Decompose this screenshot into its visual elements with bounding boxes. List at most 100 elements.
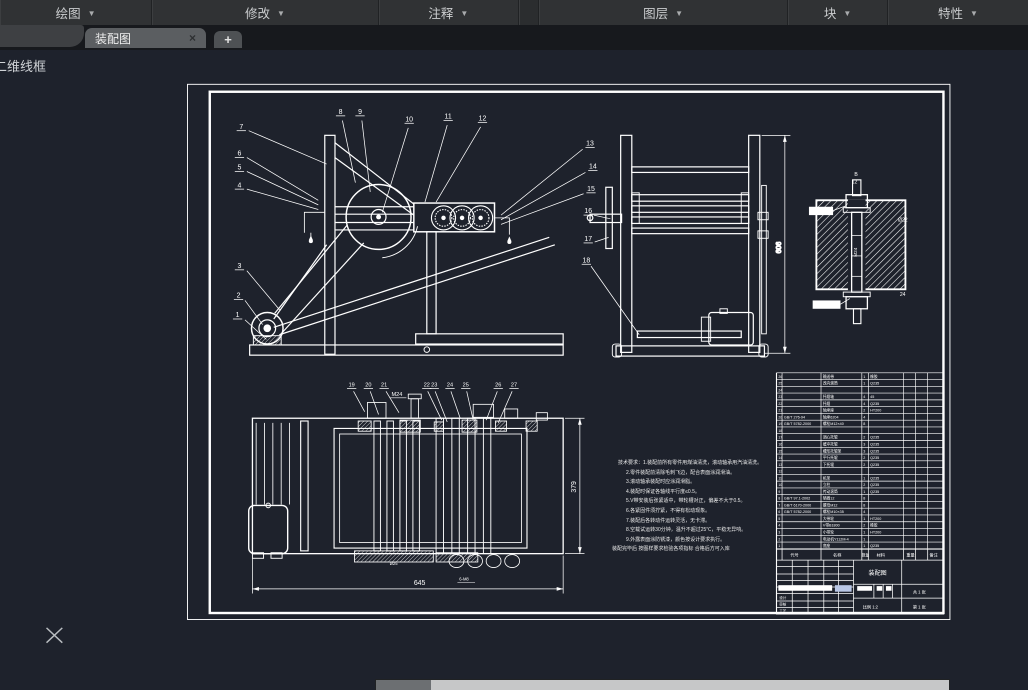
leader-line (247, 158, 318, 201)
bom-name: 电动机Y112M-4 (823, 536, 849, 541)
bom-qty: 1 (863, 531, 865, 535)
ribbon-group-modify[interactable]: 修改 ▼ (152, 0, 379, 25)
leader-line (249, 131, 327, 164)
ribbon-toolbar: 绘图 ▼ 修改 ▼ 注释 ▼ 图层 ▼ 块 ▼ 特性 ▼ (0, 0, 1028, 26)
detail-shaft-label: M24 (853, 247, 858, 256)
bom-qty: 1 (863, 490, 865, 494)
callout-number: 27 (511, 383, 517, 389)
chevron-down-icon: ▼ (277, 9, 285, 18)
bom-name: 螺栓M10×35 (823, 509, 844, 514)
note-line: 装配完毕后 按图样要求检验各项指标 合格后方可入库 (612, 545, 792, 555)
ribbon-group-block[interactable]: 块 ▼ (788, 0, 887, 25)
bom-seq: 20 (778, 415, 782, 419)
note-line: 2.零件装配前清除毛刺飞边，配合表面涂润滑油。 (626, 469, 792, 479)
parts-list-table: 26输送带1橡胶25改向滚筒1Q2352423托辊轴44522托辊4Q23521… (776, 373, 943, 549)
leader-line (501, 149, 583, 215)
bom-qty: 1 (863, 537, 865, 541)
bom-name: 小带轮 (823, 530, 834, 535)
crosshair-cursor (47, 628, 63, 643)
leader-line (425, 125, 447, 202)
bom-qty: 4 (863, 402, 865, 406)
bom-header-qty: 数量 (862, 552, 870, 557)
callout-number: 24 (447, 383, 453, 389)
ribbon-group-properties[interactable]: 特性 ▼ (888, 0, 1028, 25)
close-icon[interactable]: × (189, 31, 196, 45)
bom-qty: 1 (863, 375, 865, 379)
tab-assembly-drawing[interactable]: 装配图 × (85, 28, 206, 48)
scrollbar-thumb[interactable] (431, 680, 949, 690)
bom-name: 槽形托辊架 (823, 448, 842, 453)
bom-qty: 2 (863, 409, 865, 413)
bom-qty: 2 (863, 524, 865, 528)
callout-number: 12 (479, 115, 487, 122)
bom-seq: 24 (778, 388, 782, 392)
bom-code: GB/T 5782-2000 (784, 422, 811, 426)
note-line: 9.外露表面涂防锈漆，颜色按设计要求执行。 (626, 536, 792, 546)
leader-line (594, 215, 611, 219)
tab-label: 装配图 (95, 30, 131, 47)
bom-seq: 15 (778, 449, 782, 453)
detail-dia-bottom: 24 (900, 292, 906, 298)
plan-view (249, 394, 585, 593)
bom-material: Q235 (870, 443, 879, 447)
ribbon-group-label: 特性 (938, 3, 963, 22)
bom-name: 轴承6204 (823, 414, 839, 419)
ribbon-group-annotate[interactable]: 注释 ▼ (379, 0, 519, 25)
bom-seq: 23 (778, 395, 782, 399)
viewport-style-label[interactable]: 二维线框 (0, 56, 46, 75)
callout-number: 1 (236, 312, 240, 319)
callout-number: 20 (365, 383, 371, 389)
bom-qty: 2 (863, 436, 865, 440)
bom-header-weight: 重量 (906, 551, 914, 557)
bom-material: Q235 (870, 456, 879, 460)
dim-606: 606 (776, 242, 783, 254)
bom-seq: 17 (778, 436, 782, 440)
callout-number: 8 (339, 109, 343, 116)
leader-line (467, 391, 473, 420)
callout-number: 21 (381, 383, 387, 389)
bom-material: Q235 (870, 463, 879, 467)
tb-label-check: 审核 (779, 602, 787, 607)
file-tab-bar: 装配图 × + (0, 25, 1028, 50)
tab-partial[interactable] (0, 25, 84, 47)
callout-number: 22 (424, 383, 430, 389)
leader-line (486, 391, 497, 420)
ribbon-group-label: 注释 (428, 3, 453, 22)
leader-line (501, 194, 584, 225)
chevron-down-icon: ▼ (675, 9, 683, 18)
leader-line (435, 391, 447, 422)
detail-dia-right: Ø22 (898, 218, 908, 224)
bom-material: HT200 (870, 409, 881, 413)
tb-label-design: 设计 (779, 595, 787, 600)
bom-qty: 2 (863, 483, 865, 487)
bom-name: 立柱 (823, 482, 831, 487)
bom-material: HT200 (870, 517, 881, 521)
scrollbar-segment[interactable] (376, 680, 431, 690)
horizontal-scrollbar[interactable] (375, 679, 950, 690)
bom-name: 输送带 (823, 374, 834, 379)
tb-label-process: 工艺 (779, 608, 787, 613)
bom-name: 托辊轴 (823, 394, 834, 399)
bom-material: Q235 (870, 436, 879, 440)
plus-icon: + (224, 32, 232, 47)
new-tab-button[interactable]: + (214, 31, 242, 48)
chevron-down-icon: ▼ (460, 9, 468, 18)
leader-line (247, 271, 280, 311)
ribbon-group-layers[interactable]: 图层 ▼ (539, 0, 789, 25)
highlighted-cell (835, 585, 852, 591)
bom-material: 橡胶 (870, 523, 878, 528)
leader-line (342, 120, 355, 182)
bom-material: 橡胶 (870, 374, 878, 379)
bom-seq: 26 (778, 375, 782, 379)
ribbon-group-draw[interactable]: 绘图 ▼ (0, 0, 152, 25)
bom-material: Q235 (870, 402, 879, 406)
callout-number: 4 (238, 182, 242, 189)
plan-note-a: Ø25 (390, 561, 399, 566)
cad-app: 绘图 ▼ 修改 ▼ 注释 ▼ 图层 ▼ 块 ▼ 特性 ▼ 装配图 × (0, 0, 1028, 690)
bom-header-notes: 备注 (930, 551, 938, 557)
callout-number: 6 (238, 151, 242, 158)
callout-number: 16 (584, 208, 592, 215)
sheet-total: 共 1 张 (913, 589, 927, 595)
drawing-canvas[interactable]: 二维线框 (0, 50, 1028, 690)
drawing-sheet: 606 (0, 50, 1028, 690)
